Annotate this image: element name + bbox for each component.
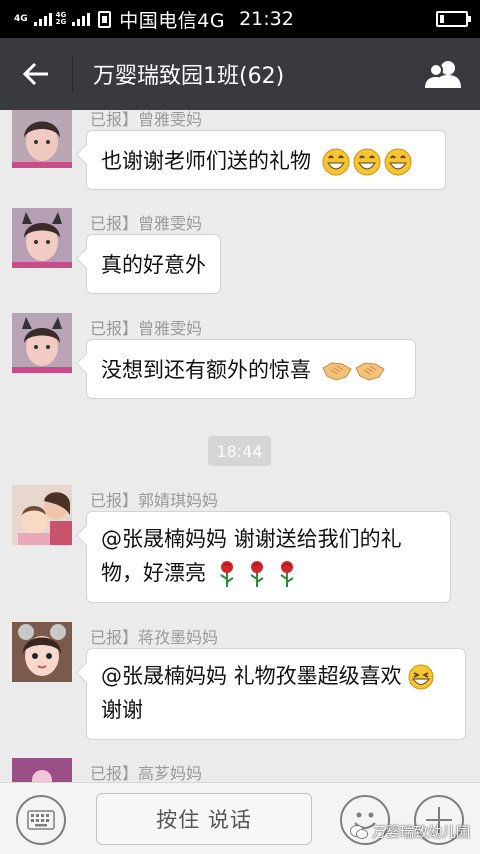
laughing-emoji-icon	[408, 664, 434, 690]
message-text-line1: @张晟楠妈妈 谢谢送给我们的礼	[101, 527, 402, 551]
sender-name: 已报】郭婧琪妈妈	[90, 491, 219, 510]
status-time: 21:32	[239, 8, 294, 30]
hold-to-talk-button[interactable]: 按住 说话	[96, 793, 312, 845]
network-type: 4G	[14, 13, 28, 24]
back-arrow-icon	[22, 62, 48, 86]
handshake-emoji-group	[322, 360, 385, 382]
handshake-emoji-icon	[322, 362, 352, 381]
group-members-icon	[425, 61, 461, 88]
message-bubble[interactable]: @张晟楠妈妈 谢谢送给我们的礼 物，好漂亮	[86, 511, 451, 603]
battery-icon	[436, 11, 471, 27]
sender-name: 已报】蒋孜墨妈妈	[90, 628, 219, 647]
message-text: 没想到还有额外的惊喜	[101, 358, 311, 382]
network-type-secondary: 4G 2G	[55, 11, 67, 26]
sender-name: 已报】曾雅雯妈	[90, 110, 203, 129]
message-bubble[interactable]: 没想到还有额外的惊喜	[86, 339, 416, 399]
signal-icon-secondary	[72, 12, 91, 26]
sim-card-icon	[98, 10, 112, 28]
avatar[interactable]	[12, 485, 72, 545]
handshake-emoji-icon	[355, 362, 385, 381]
chat-header: 万婴瑞致园1班(62)	[0, 38, 480, 110]
wechat-logo-icon	[350, 825, 368, 839]
avatar[interactable]	[12, 758, 72, 782]
rose-emoji-group	[217, 561, 297, 587]
message-text: 也谢谢老师们送的礼物	[101, 149, 311, 173]
battery-level	[440, 15, 444, 23]
grin-emoji-icon	[384, 148, 412, 176]
avatar[interactable]	[12, 208, 72, 268]
rose-emoji-icon	[220, 561, 234, 587]
message-bubble[interactable]: @张晟楠妈妈 礼物孜墨超级喜欢 谢谢	[86, 648, 466, 740]
avatar[interactable]	[12, 110, 72, 168]
back-button[interactable]	[0, 38, 72, 110]
message-text-line2: 物，好漂亮	[101, 556, 436, 590]
watermark: 万婴瑞致幼儿园	[350, 822, 470, 842]
time-divider: 18:44	[208, 436, 271, 466]
message-bubble[interactable]: 也谢谢老师们送的礼物	[86, 130, 446, 190]
chat-title: 万婴瑞致园1班(62)	[93, 64, 285, 89]
message-text-line2: 谢谢	[101, 698, 143, 722]
rose-emoji-icon	[280, 561, 294, 587]
avatar[interactable]	[12, 313, 72, 373]
message-text-line1: @张晟楠妈妈 礼物孜墨超级喜欢	[101, 659, 451, 693]
avatar[interactable]	[12, 622, 72, 682]
message-bubble[interactable]: 真的好意外	[86, 234, 221, 294]
header-divider	[72, 56, 73, 92]
sender-name: 已报】曾雅雯妈	[90, 319, 203, 338]
members-button[interactable]	[408, 38, 480, 110]
grin-emoji-icon	[322, 148, 350, 176]
carrier-name: 中国电信4G	[119, 9, 226, 32]
rose-emoji-icon	[250, 561, 264, 587]
message-list[interactable]: 已报】曾雅雯妈 也谢谢老师们送的礼物 已报】曾雅雯妈 真的好意外 已报】曾雅雯妈…	[0, 110, 480, 782]
keyboard-icon	[27, 810, 55, 830]
grin-emoji-icon	[353, 148, 381, 176]
signal-icon	[33, 12, 52, 26]
keyboard-toggle-button[interactable]	[16, 795, 66, 845]
message-text: 真的好意外	[101, 253, 206, 277]
status-left: 4G 4G 2G 中国电信4G 21:32	[0, 6, 294, 33]
grin-emoji-group	[322, 148, 412, 176]
status-bar: 4G 4G 2G 中国电信4G 21:32	[0, 0, 480, 38]
sender-name: 已报】高芗妈妈	[90, 764, 203, 782]
input-bar: 按住 说话	[0, 782, 480, 854]
sender-name: 已报】曾雅雯妈	[90, 214, 203, 233]
